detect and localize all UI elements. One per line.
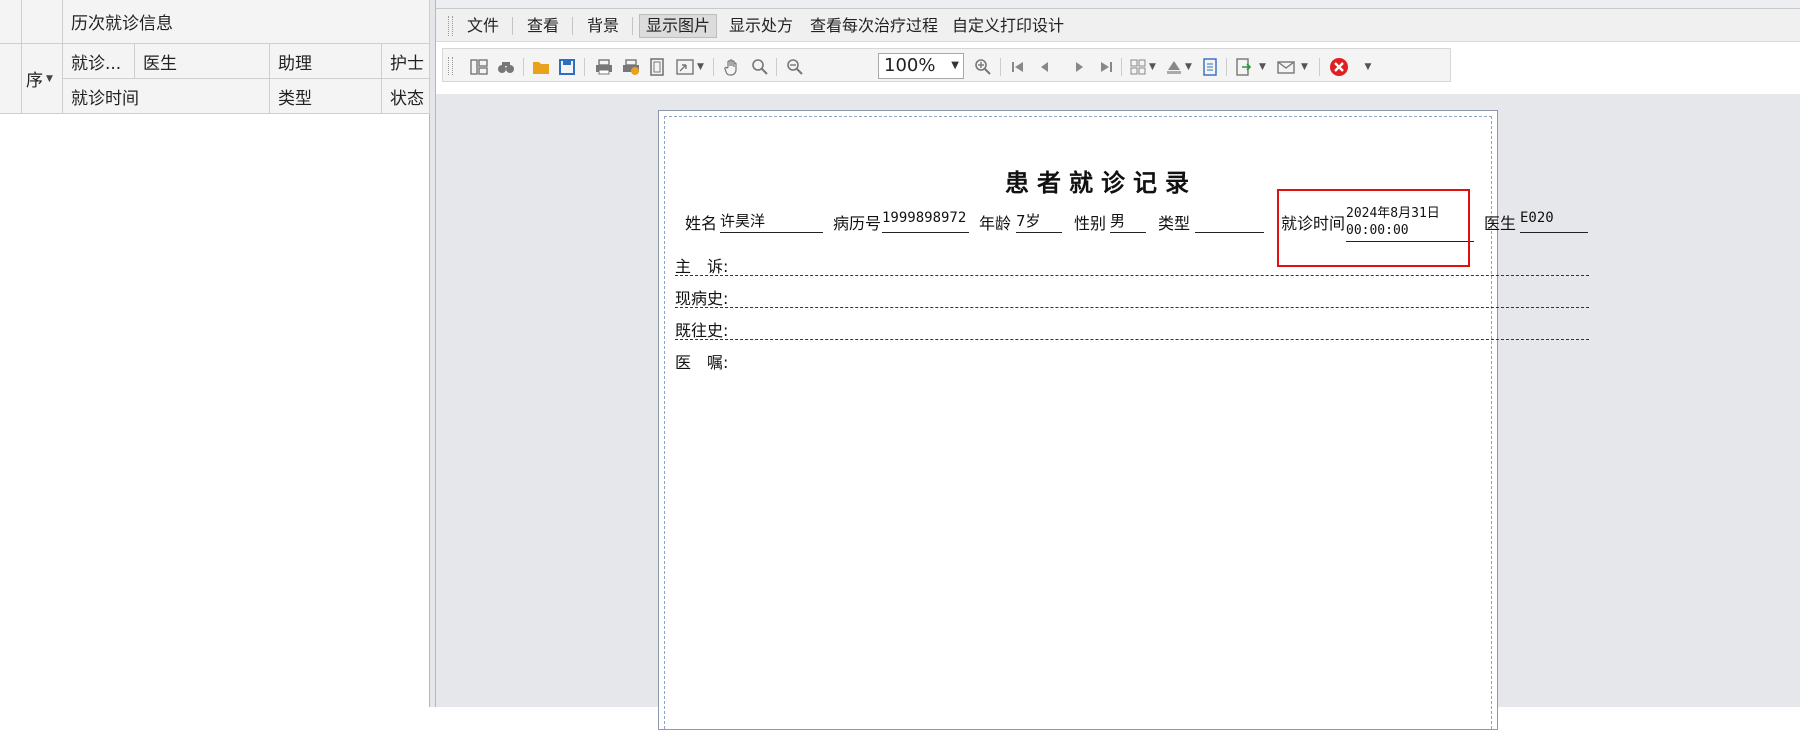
toolbar-overflow-icon[interactable]: ▼ bbox=[1361, 57, 1375, 77]
menu-show-images[interactable]: 显示图片 bbox=[639, 14, 718, 38]
menu-file[interactable]: 文件 bbox=[461, 14, 505, 38]
send-icon[interactable] bbox=[1276, 57, 1296, 77]
doctor-label: 医生 bbox=[1484, 214, 1517, 233]
toolbar-separator bbox=[584, 58, 585, 76]
multiple-pages-icon[interactable] bbox=[1128, 57, 1148, 77]
zoom-dropdown-icon[interactable]: ▼ bbox=[951, 54, 959, 78]
zoom-value: 100% bbox=[884, 55, 936, 76]
name-value: 许昊洋 bbox=[720, 210, 823, 233]
section-divider bbox=[675, 307, 1589, 308]
menu-show-prescription[interactable]: 显示处方 bbox=[723, 14, 799, 38]
toolbar-separator bbox=[523, 58, 524, 76]
zoom-in-icon[interactable] bbox=[973, 57, 993, 77]
column-header-type[interactable]: 类型 bbox=[270, 79, 382, 114]
doctor-value: E020 bbox=[1520, 210, 1588, 233]
export-dropdown-icon[interactable]: ▼ bbox=[1259, 57, 1266, 77]
type-value bbox=[1195, 210, 1264, 233]
column-header-assistant[interactable]: 助理 bbox=[270, 44, 382, 79]
menu-bar: 文件 查看 背景 显示图片 显示处方 查看每次治疗过程 自定义打印设计 bbox=[436, 9, 1800, 42]
scale-icon[interactable] bbox=[675, 57, 695, 77]
section-past-history: 既往史: bbox=[675, 321, 729, 340]
hand-tool-icon[interactable] bbox=[722, 57, 742, 77]
age-value: 7岁 bbox=[1016, 210, 1062, 233]
preview-toolbar: ▼ 100% ▼ ▼ ▼ ▼ ▼ ▼ bbox=[436, 42, 1800, 94]
toolbar-separator bbox=[1319, 58, 1320, 76]
visit-history-panel: 历次就诊信息 序 ▼ 就诊... 医生 助理 护士 就诊时间 类型 状态 bbox=[0, 0, 430, 707]
visit-time-highlight-box bbox=[1277, 189, 1470, 267]
quick-print-icon[interactable] bbox=[621, 57, 641, 77]
column-header-seq-label: 序 bbox=[26, 71, 43, 91]
column-header-doctor[interactable]: 医生 bbox=[135, 44, 270, 79]
record-no-value: 1999898972 bbox=[882, 210, 969, 233]
close-preview-icon[interactable] bbox=[1329, 57, 1349, 77]
toolbar-separator bbox=[776, 58, 777, 76]
menu-grip[interactable] bbox=[448, 16, 453, 36]
column-header-visit-time[interactable]: 就诊时间 bbox=[63, 79, 270, 114]
record-no-label: 病历号 bbox=[833, 214, 882, 233]
menu-background[interactable]: 背景 bbox=[581, 14, 625, 38]
toolbar-separator bbox=[1121, 58, 1122, 76]
section-present-illness: 现病史: bbox=[675, 289, 729, 308]
age-label: 年龄 bbox=[979, 214, 1012, 233]
color-icon[interactable] bbox=[1164, 57, 1184, 77]
filter-dropdown-icon[interactable]: ▼ bbox=[46, 74, 53, 84]
print-preview-area[interactable]: 患者就诊记录 姓名 许昊洋 病历号 1999898972 年龄 7岁 性别 男 … bbox=[436, 94, 1800, 730]
toolbar-separator bbox=[713, 58, 714, 76]
toolbar-separator bbox=[1226, 58, 1227, 76]
menu-separator bbox=[512, 17, 513, 35]
sex-value: 男 bbox=[1110, 210, 1146, 233]
menu-view-treatment-process[interactable]: 查看每次治疗过程 bbox=[804, 14, 944, 38]
zoom-out-icon[interactable] bbox=[785, 57, 805, 77]
last-page-icon[interactable] bbox=[1096, 57, 1116, 77]
scale-dropdown-icon[interactable]: ▼ bbox=[697, 57, 704, 77]
type-label: 类型 bbox=[1158, 214, 1191, 233]
section-doctor-advice: 医 嘱: bbox=[675, 353, 729, 372]
export-icon[interactable] bbox=[1233, 57, 1253, 77]
magnifier-icon[interactable] bbox=[750, 57, 770, 77]
first-page-icon[interactable] bbox=[1008, 57, 1028, 77]
watermark-icon[interactable] bbox=[1200, 57, 1220, 77]
grid-corner-cell bbox=[0, 0, 22, 44]
zoom-select[interactable]: 100% ▼ bbox=[878, 53, 964, 79]
multiple-pages-dropdown-icon[interactable]: ▼ bbox=[1149, 57, 1156, 77]
color-dropdown-icon[interactable]: ▼ bbox=[1185, 57, 1192, 77]
menu-view[interactable]: 查看 bbox=[521, 14, 565, 38]
open-icon[interactable] bbox=[531, 57, 551, 77]
next-page-icon[interactable] bbox=[1069, 57, 1089, 77]
toc-icon[interactable] bbox=[469, 57, 489, 77]
menu-custom-print-design[interactable]: 自定义打印设计 bbox=[946, 14, 1070, 38]
column-header-visit-no[interactable]: 就诊... bbox=[63, 44, 135, 79]
section-divider bbox=[675, 275, 1589, 276]
save-icon[interactable] bbox=[557, 57, 577, 77]
page-margin-guide: 患者就诊记录 姓名 许昊洋 病历号 1999898972 年龄 7岁 性别 男 … bbox=[664, 116, 1589, 729]
send-dropdown-icon[interactable]: ▼ bbox=[1301, 57, 1308, 77]
find-icon[interactable] bbox=[496, 57, 516, 77]
name-label: 姓名 bbox=[685, 214, 718, 233]
top-strip bbox=[436, 0, 1800, 9]
print-icon[interactable] bbox=[594, 57, 614, 77]
toolbar-grip[interactable] bbox=[448, 57, 453, 75]
toolbar-separator bbox=[1000, 58, 1001, 76]
column-header-seq[interactable]: 序 ▼ bbox=[22, 44, 63, 114]
toolbar-strip: ▼ 100% ▼ ▼ ▼ ▼ ▼ ▼ bbox=[442, 48, 1451, 82]
previous-page-icon[interactable] bbox=[1035, 57, 1055, 77]
page-setup-icon[interactable] bbox=[647, 57, 667, 77]
grid-blank-header bbox=[22, 0, 63, 44]
column-header-status[interactable]: 状态 bbox=[382, 79, 430, 114]
section-divider bbox=[675, 339, 1589, 340]
column-header-nurse[interactable]: 护士 bbox=[382, 44, 430, 79]
menu-separator bbox=[572, 17, 573, 35]
section-chief-complaint: 主 诉: bbox=[675, 257, 729, 276]
row-indicator-header bbox=[0, 44, 22, 114]
group-header-visit-history: 历次就诊信息 bbox=[63, 0, 430, 44]
sex-label: 性别 bbox=[1074, 214, 1107, 233]
report-title: 患者就诊记录 bbox=[1005, 168, 1197, 197]
report-page: 患者就诊记录 姓名 许昊洋 病历号 1999898972 年龄 7岁 性别 男 … bbox=[658, 110, 1589, 730]
menu-separator bbox=[632, 17, 633, 35]
